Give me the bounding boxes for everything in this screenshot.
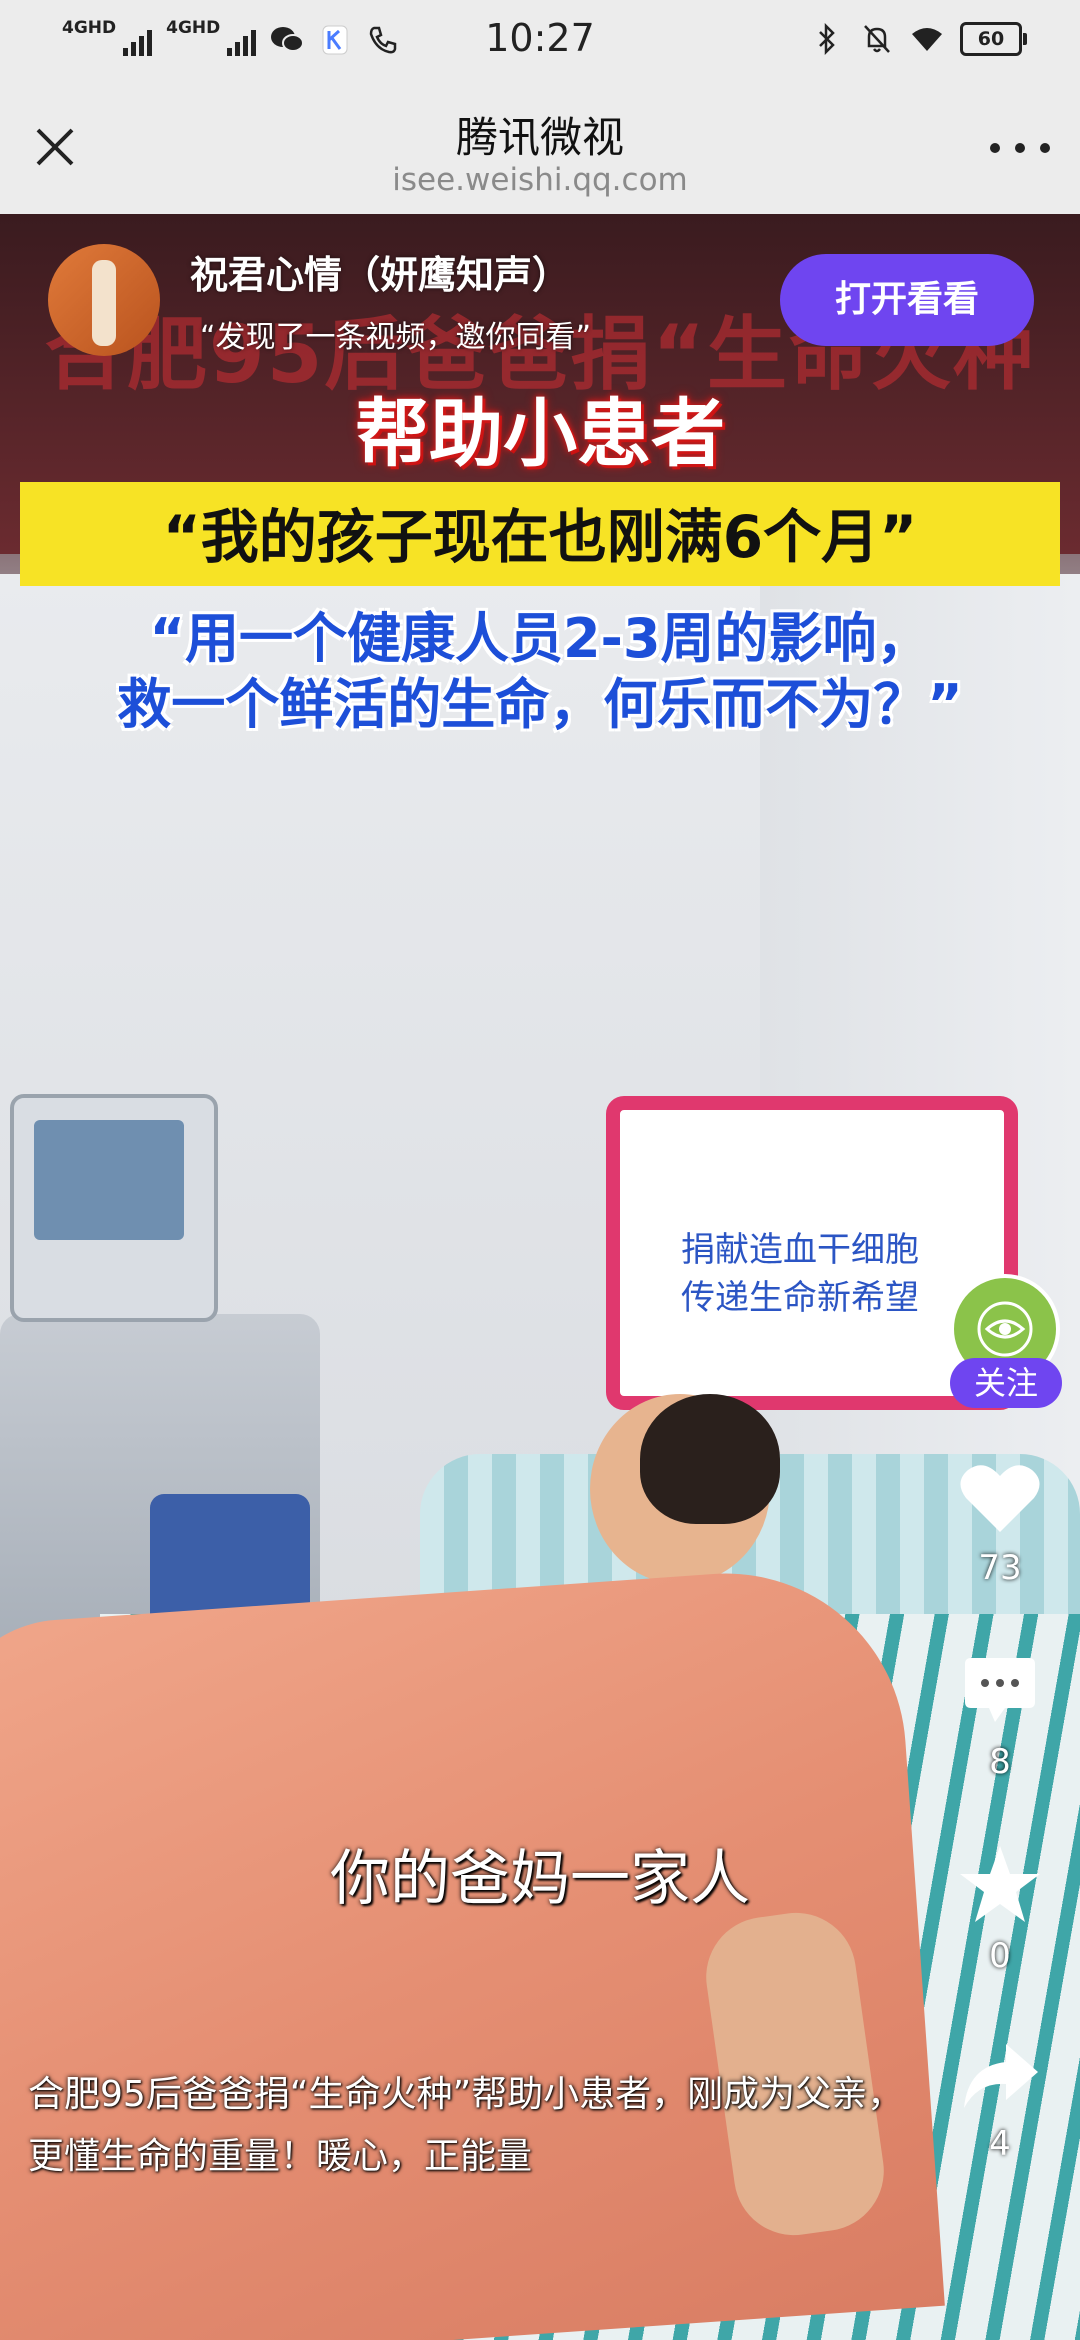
- follow-button[interactable]: 关注: [950, 1358, 1062, 1408]
- heart-icon: [960, 1465, 1040, 1532]
- more-options-icon[interactable]: [990, 128, 1050, 168]
- video-player[interactable]: 合肥95后爸爸捐“生命火种 捐献造血干细胞 传递生命新希望 帮助小患者 “我的孩…: [0, 214, 1080, 2340]
- open-app-button[interactable]: 打开看看: [780, 254, 1034, 346]
- favorite-count: 0: [989, 1936, 1011, 1976]
- video-overlay-title: 帮助小患者: [355, 391, 725, 477]
- bluetooth-icon: [810, 22, 844, 56]
- video-person-hair: [640, 1394, 780, 1524]
- eye-icon: [977, 1301, 1033, 1357]
- comment-button[interactable]: 8: [945, 1652, 1055, 1782]
- comment-count: 8: [989, 1742, 1011, 1782]
- video-overlay-quote: “我的孩子现在也刚满6个月”: [162, 503, 918, 571]
- share-count: 4: [989, 2124, 1011, 2164]
- page-url: isee.weishi.qq.com: [392, 162, 688, 198]
- author-avatar[interactable]: [48, 244, 160, 356]
- browser-nav-bar: 腾讯微视 isee.weishi.qq.com: [0, 82, 1080, 215]
- wifi-icon: [910, 22, 944, 56]
- like-button[interactable]: 73: [945, 1460, 1055, 1588]
- page-title: 腾讯微视: [455, 113, 624, 162]
- like-count: 73: [978, 1548, 1022, 1588]
- video-monitor: [10, 1094, 218, 1322]
- author-name[interactable]: 祝君心情（妍鹰知声）: [190, 244, 570, 299]
- video-caption: 合肥95后爸爸捐“生命火种”帮助小患者，刚成为父亲，更懂生命的重量！暖心，正能量: [28, 2074, 904, 2177]
- video-sign-text: 捐献造血干细胞 传递生命新希望: [681, 1230, 919, 1318]
- status-right-icons: 60: [810, 22, 1027, 56]
- star-icon: [960, 1846, 1040, 1922]
- comment-icon: [965, 1658, 1035, 1722]
- invite-text: “发现了一条视频，邀你同看”: [200, 320, 592, 355]
- share-arrow-icon: [964, 2044, 1038, 2108]
- mute-bell-icon: [860, 22, 894, 56]
- video-overlay-blue-text: “用一个健康人员2-3周的影响， 救一个鲜活的生命，何乐而不为？”: [117, 607, 963, 736]
- status-bar: 4GHD 4GHD 10:27 60: [0, 0, 1080, 82]
- share-button[interactable]: 4: [945, 2040, 1055, 2164]
- favorite-button[interactable]: 0: [945, 1844, 1055, 1976]
- battery-icon: 60: [960, 22, 1027, 56]
- video-subtitle: 你的爸妈一家人: [330, 1844, 750, 1914]
